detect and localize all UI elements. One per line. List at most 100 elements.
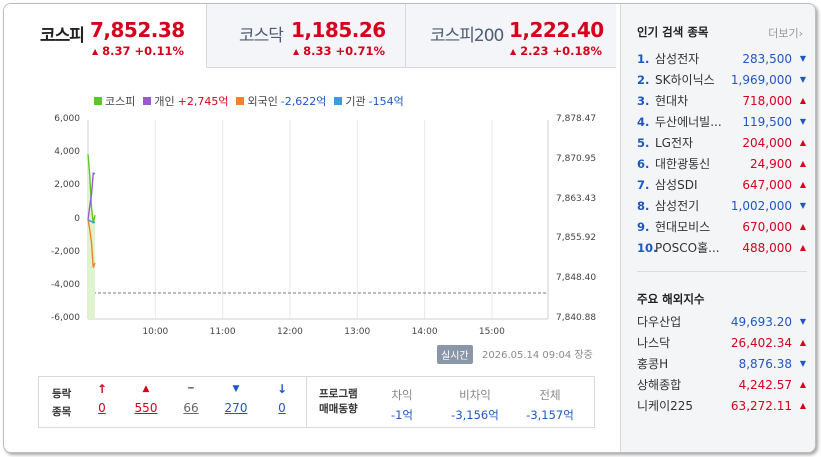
- tab-change: ▲ 8.37 +0.11%: [92, 44, 184, 58]
- up-triangle-icon: ▲: [799, 159, 806, 168]
- popular-item[interactable]: 10. POSCO홀... 488,000 ▲: [637, 237, 807, 258]
- program-value: -3,156억: [451, 408, 499, 422]
- tab-name: 코스닥: [239, 26, 284, 46]
- advance-count[interactable]: 550: [126, 401, 166, 415]
- realtime-badge[interactable]: 실시간: [437, 345, 473, 364]
- stock-name[interactable]: LG전자: [655, 134, 727, 151]
- lower-limit-count[interactable]: 0: [262, 401, 302, 415]
- stock-name[interactable]: 현대차: [655, 92, 727, 109]
- popular-item[interactable]: 6. 대한광통신 24,900 ▲: [637, 153, 807, 174]
- down-triangle-icon: ▼: [799, 117, 806, 126]
- stock-name[interactable]: SK하이닉스: [655, 71, 727, 88]
- tab-name: 코스피200: [430, 26, 504, 46]
- world-index-item[interactable]: 나스닥 26,402.34 ▲: [637, 332, 807, 353]
- stock-price: 283,500: [742, 51, 792, 66]
- index-tabs: 코스피 7,852.38 ▲ 8.37 +0.11% 코스닥 1,185.26 …: [4, 4, 616, 68]
- stock-name[interactable]: 현대모비스: [655, 218, 727, 235]
- up-triangle-icon: ▲: [799, 222, 806, 231]
- unchanged-col[interactable]: ━ 66: [171, 377, 211, 415]
- rank-number: 7.: [637, 177, 650, 192]
- program-header-line: 매매동향: [319, 403, 358, 415]
- index-name[interactable]: 니케이225: [637, 397, 722, 414]
- more-label: 더보기: [768, 27, 799, 40]
- stock-name[interactable]: 대한광통신: [655, 155, 727, 172]
- tab-kospi200[interactable]: 코스피200 1,222.40 ▲ 2.23 +0.18%: [406, 4, 616, 68]
- rank-number: 5.: [637, 135, 650, 150]
- up-triangle-icon: ▲: [799, 96, 806, 105]
- tab-value: 7,852.38: [90, 18, 185, 42]
- tab-kospi[interactable]: 코스피 7,852.38 ▲ 8.37 +0.11%: [4, 4, 207, 68]
- chevron-right-icon: ›: [798, 27, 803, 40]
- tab-value: 1,185.26: [291, 18, 386, 42]
- index-price: 4,242.57: [738, 377, 792, 392]
- up-triangle-icon: ▲: [510, 47, 517, 56]
- index-name[interactable]: 홍콩H: [637, 355, 722, 372]
- world-index-item[interactable]: 상해종합 4,242.57 ▲: [637, 374, 807, 395]
- y-tick-label: 7,878.47: [556, 114, 597, 124]
- upper-limit-count[interactable]: 0: [82, 401, 122, 415]
- stock-name[interactable]: 삼성SDI: [655, 176, 727, 193]
- upper-limit-col[interactable]: ↑ 0: [82, 377, 122, 415]
- program-value: -1억: [390, 408, 414, 422]
- more-link[interactable]: 더보기›: [768, 25, 803, 41]
- index-name[interactable]: 다우산업: [637, 313, 722, 330]
- world-index-item[interactable]: 니케이225 63,272.11 ▲: [637, 395, 807, 416]
- program-trading: 프로그램 매매동향 차익 -1억 비차익 -3,156억 전체 -3,157억: [307, 377, 594, 427]
- tab-kosdaq[interactable]: 코스닥 1,185.26 ▲ 8.33 +0.71%: [207, 4, 406, 68]
- popular-item[interactable]: 8. 삼성전기 1,002,000 ▼: [637, 195, 807, 216]
- up-triangle-icon: ▲: [799, 243, 806, 252]
- y-tick-label: 7,840.88: [556, 313, 597, 323]
- program-arbitrage: 차익 -1억: [367, 377, 437, 423]
- tab-change: ▲ 2.23 +0.18%: [510, 44, 602, 58]
- y-tick-label: 7,848.40: [556, 273, 597, 284]
- x-tick-label: 14:00: [411, 327, 438, 337]
- rank-number: 10.: [637, 240, 658, 255]
- stock-price: 718,000: [742, 93, 792, 108]
- popular-item[interactable]: 1. 삼성전자 283,500 ▼: [637, 48, 807, 69]
- rank-number: 3.: [637, 93, 650, 108]
- popular-item[interactable]: 4. 두산에너빌... 119,500 ▼: [637, 111, 807, 132]
- stock-name[interactable]: 삼성전자: [655, 50, 727, 67]
- kospi-area: [88, 154, 95, 319]
- unchanged-count[interactable]: 66: [171, 401, 211, 415]
- stock-name[interactable]: 두산에너빌...: [655, 113, 727, 130]
- stock-price: 204,000: [742, 135, 792, 150]
- stock-name[interactable]: 삼성전기: [655, 197, 727, 214]
- popular-item[interactable]: 7. 삼성SDI 647,000 ▲: [637, 174, 807, 195]
- advance-col[interactable]: ▲ 550: [126, 377, 166, 415]
- rank-number: 9.: [637, 219, 650, 234]
- popular-item[interactable]: 5. LG전자 204,000 ▲: [637, 132, 807, 153]
- breadth-header: 등락: [52, 388, 72, 400]
- rank-number: 8.: [637, 198, 650, 213]
- program-value: -3,157억: [526, 408, 574, 422]
- side-panel: 인기 검색 종목 더보기› 1. 삼성전자 283,500 ▼ 2. SK하이닉스 1,96…: [620, 4, 815, 452]
- program-label: 전체: [539, 388, 561, 402]
- stock-price: 24,900: [750, 156, 792, 171]
- up-triangle-icon: ▲: [799, 180, 806, 189]
- stock-price: 1,002,000: [730, 198, 792, 213]
- index-name[interactable]: 나스닥: [637, 334, 722, 351]
- rank-number: 6.: [637, 156, 650, 171]
- down-triangle-icon: ▼: [799, 317, 806, 326]
- x-tick-label: 13:00: [344, 327, 371, 337]
- stock-price: 119,500: [742, 114, 792, 129]
- popular-item[interactable]: 3. 현대차 718,000 ▲: [637, 90, 807, 111]
- flat-dash-icon: ━: [188, 384, 194, 394]
- index-name[interactable]: 상해종합: [637, 376, 722, 393]
- popular-item[interactable]: 2. SK하이닉스 1,969,000 ▼: [637, 69, 807, 90]
- index-price: 8,876.38: [738, 356, 792, 371]
- x-tick-label: 11:00: [209, 327, 236, 337]
- investor-chart: 코스피 개인 +2,745억 외국인 -2,622억 기관 -154억 6,000 4,…: [4, 68, 616, 368]
- lower-limit-col[interactable]: ↓ 0: [262, 377, 302, 415]
- decline-col[interactable]: ▼ 270: [216, 377, 256, 415]
- up-triangle-icon: ▲: [142, 384, 150, 394]
- up-triangle-icon: ▲: [293, 47, 300, 56]
- world-index-item[interactable]: 다우산업 49,693.20 ▼: [637, 311, 807, 332]
- tab-change-text: 8.37 +0.11%: [102, 44, 185, 58]
- world-index-item[interactable]: 홍콩H 8,876.38 ▼: [637, 353, 807, 374]
- y-tick-label: -2,000: [50, 246, 80, 257]
- popular-item[interactable]: 9. 현대모비스 670,000 ▲: [637, 216, 807, 237]
- decline-count[interactable]: 270: [216, 401, 256, 415]
- program-header-line: 프로그램: [319, 388, 358, 400]
- stock-name[interactable]: POSCO홀...: [655, 239, 727, 256]
